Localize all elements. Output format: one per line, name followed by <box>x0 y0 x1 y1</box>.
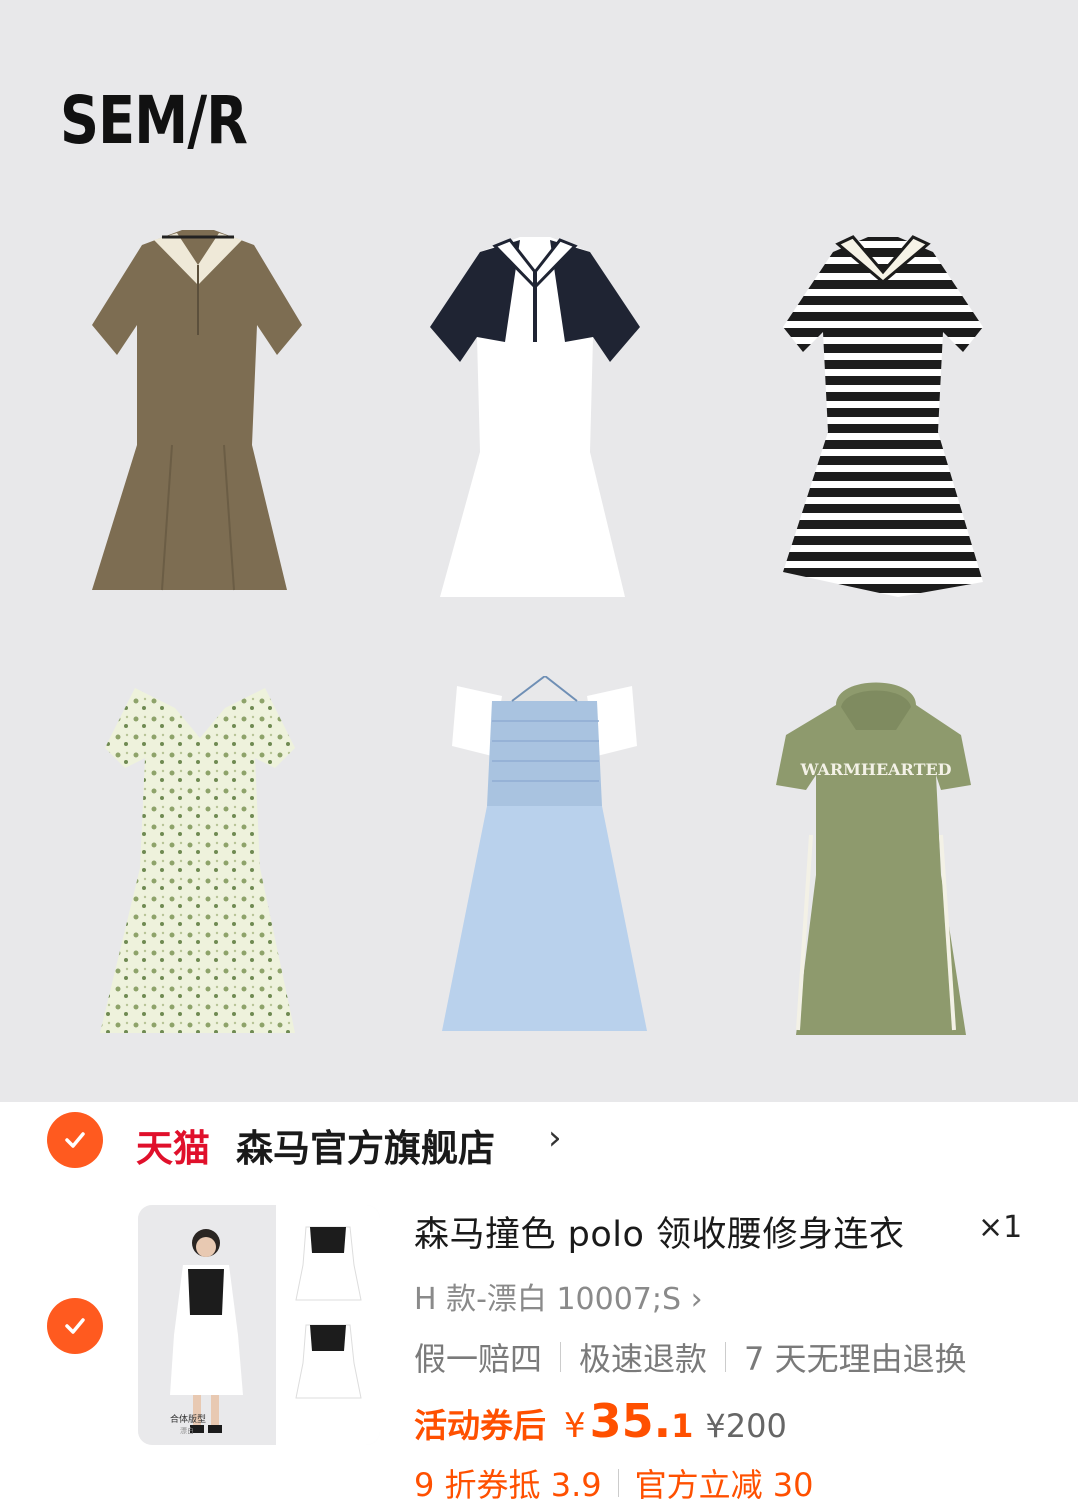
quantity-label[interactable]: ×1 <box>978 1210 1022 1245</box>
tag-fake-compensation: 假一赔四 <box>414 1340 543 1378</box>
shop-name-link[interactable]: 森马官方旗舰店 <box>236 1118 495 1172</box>
dress-image-striped-polo <box>778 232 988 600</box>
check-icon <box>65 1318 85 1334</box>
coupon-divider <box>617 1469 619 1497</box>
dress-image-brown-polo <box>82 225 314 600</box>
brand-logo: SEM/R <box>60 82 248 159</box>
shop-select-checkbox[interactable] <box>47 1112 103 1168</box>
check-icon <box>65 1132 85 1148</box>
thumbnail-model-photo <box>138 1205 276 1445</box>
promo-label: 活动券后 <box>414 1406 546 1445</box>
product-thumbnail[interactable] <box>138 1205 380 1445</box>
dress-image-green-hooded: WARMHEARTED <box>776 675 976 1040</box>
tag-divider <box>725 1342 727 1372</box>
coupon-info: 9 折券抵 3.9 官方立减 30 <box>414 1460 814 1506</box>
thumbnail-product-flatlay <box>276 1205 380 1445</box>
service-tags: 假一赔四 极速退款 7 天无理由退换 <box>414 1334 967 1380</box>
dress-image-floral <box>95 678 305 1038</box>
coupon-discount: 9 折券抵 3.9 <box>414 1466 602 1504</box>
thumbnail-caption: 合体版型 <box>170 1415 207 1425</box>
dress-image-white-navy-polo <box>425 232 645 602</box>
original-price: ¥200 <box>705 1407 787 1445</box>
product-banner: SEM/R WARMHEARTED <box>0 0 1078 1102</box>
thumbnail-subcaption: 漂白 <box>180 1427 194 1435</box>
chevron-right-icon[interactable]: › <box>548 1118 562 1158</box>
tag-fast-refund: 极速退款 <box>579 1340 708 1378</box>
price-decimal: 1 <box>671 1407 694 1445</box>
variant-selector[interactable]: H 款-漂白 10007;S › <box>414 1274 703 1318</box>
tmall-label: 天猫 <box>136 1127 210 1170</box>
item-select-checkbox[interactable] <box>47 1298 103 1354</box>
dress-image-blue-smocked <box>437 676 652 1038</box>
coupon-official: 官方立减 30 <box>634 1466 814 1504</box>
tag-7day-return: 7 天无理由退换 <box>744 1340 967 1378</box>
tag-divider <box>560 1342 562 1372</box>
svg-text:WARMHEARTED: WARMHEARTED <box>799 760 951 779</box>
product-title[interactable]: 森马撞色 polo 领收腰修身连衣 <box>414 1206 905 1257</box>
price-row: 活动券后 ¥ 35. 1 ¥200 <box>414 1394 787 1448</box>
currency-symbol: ¥ <box>564 1406 586 1446</box>
price-integer: 35. <box>589 1394 672 1448</box>
